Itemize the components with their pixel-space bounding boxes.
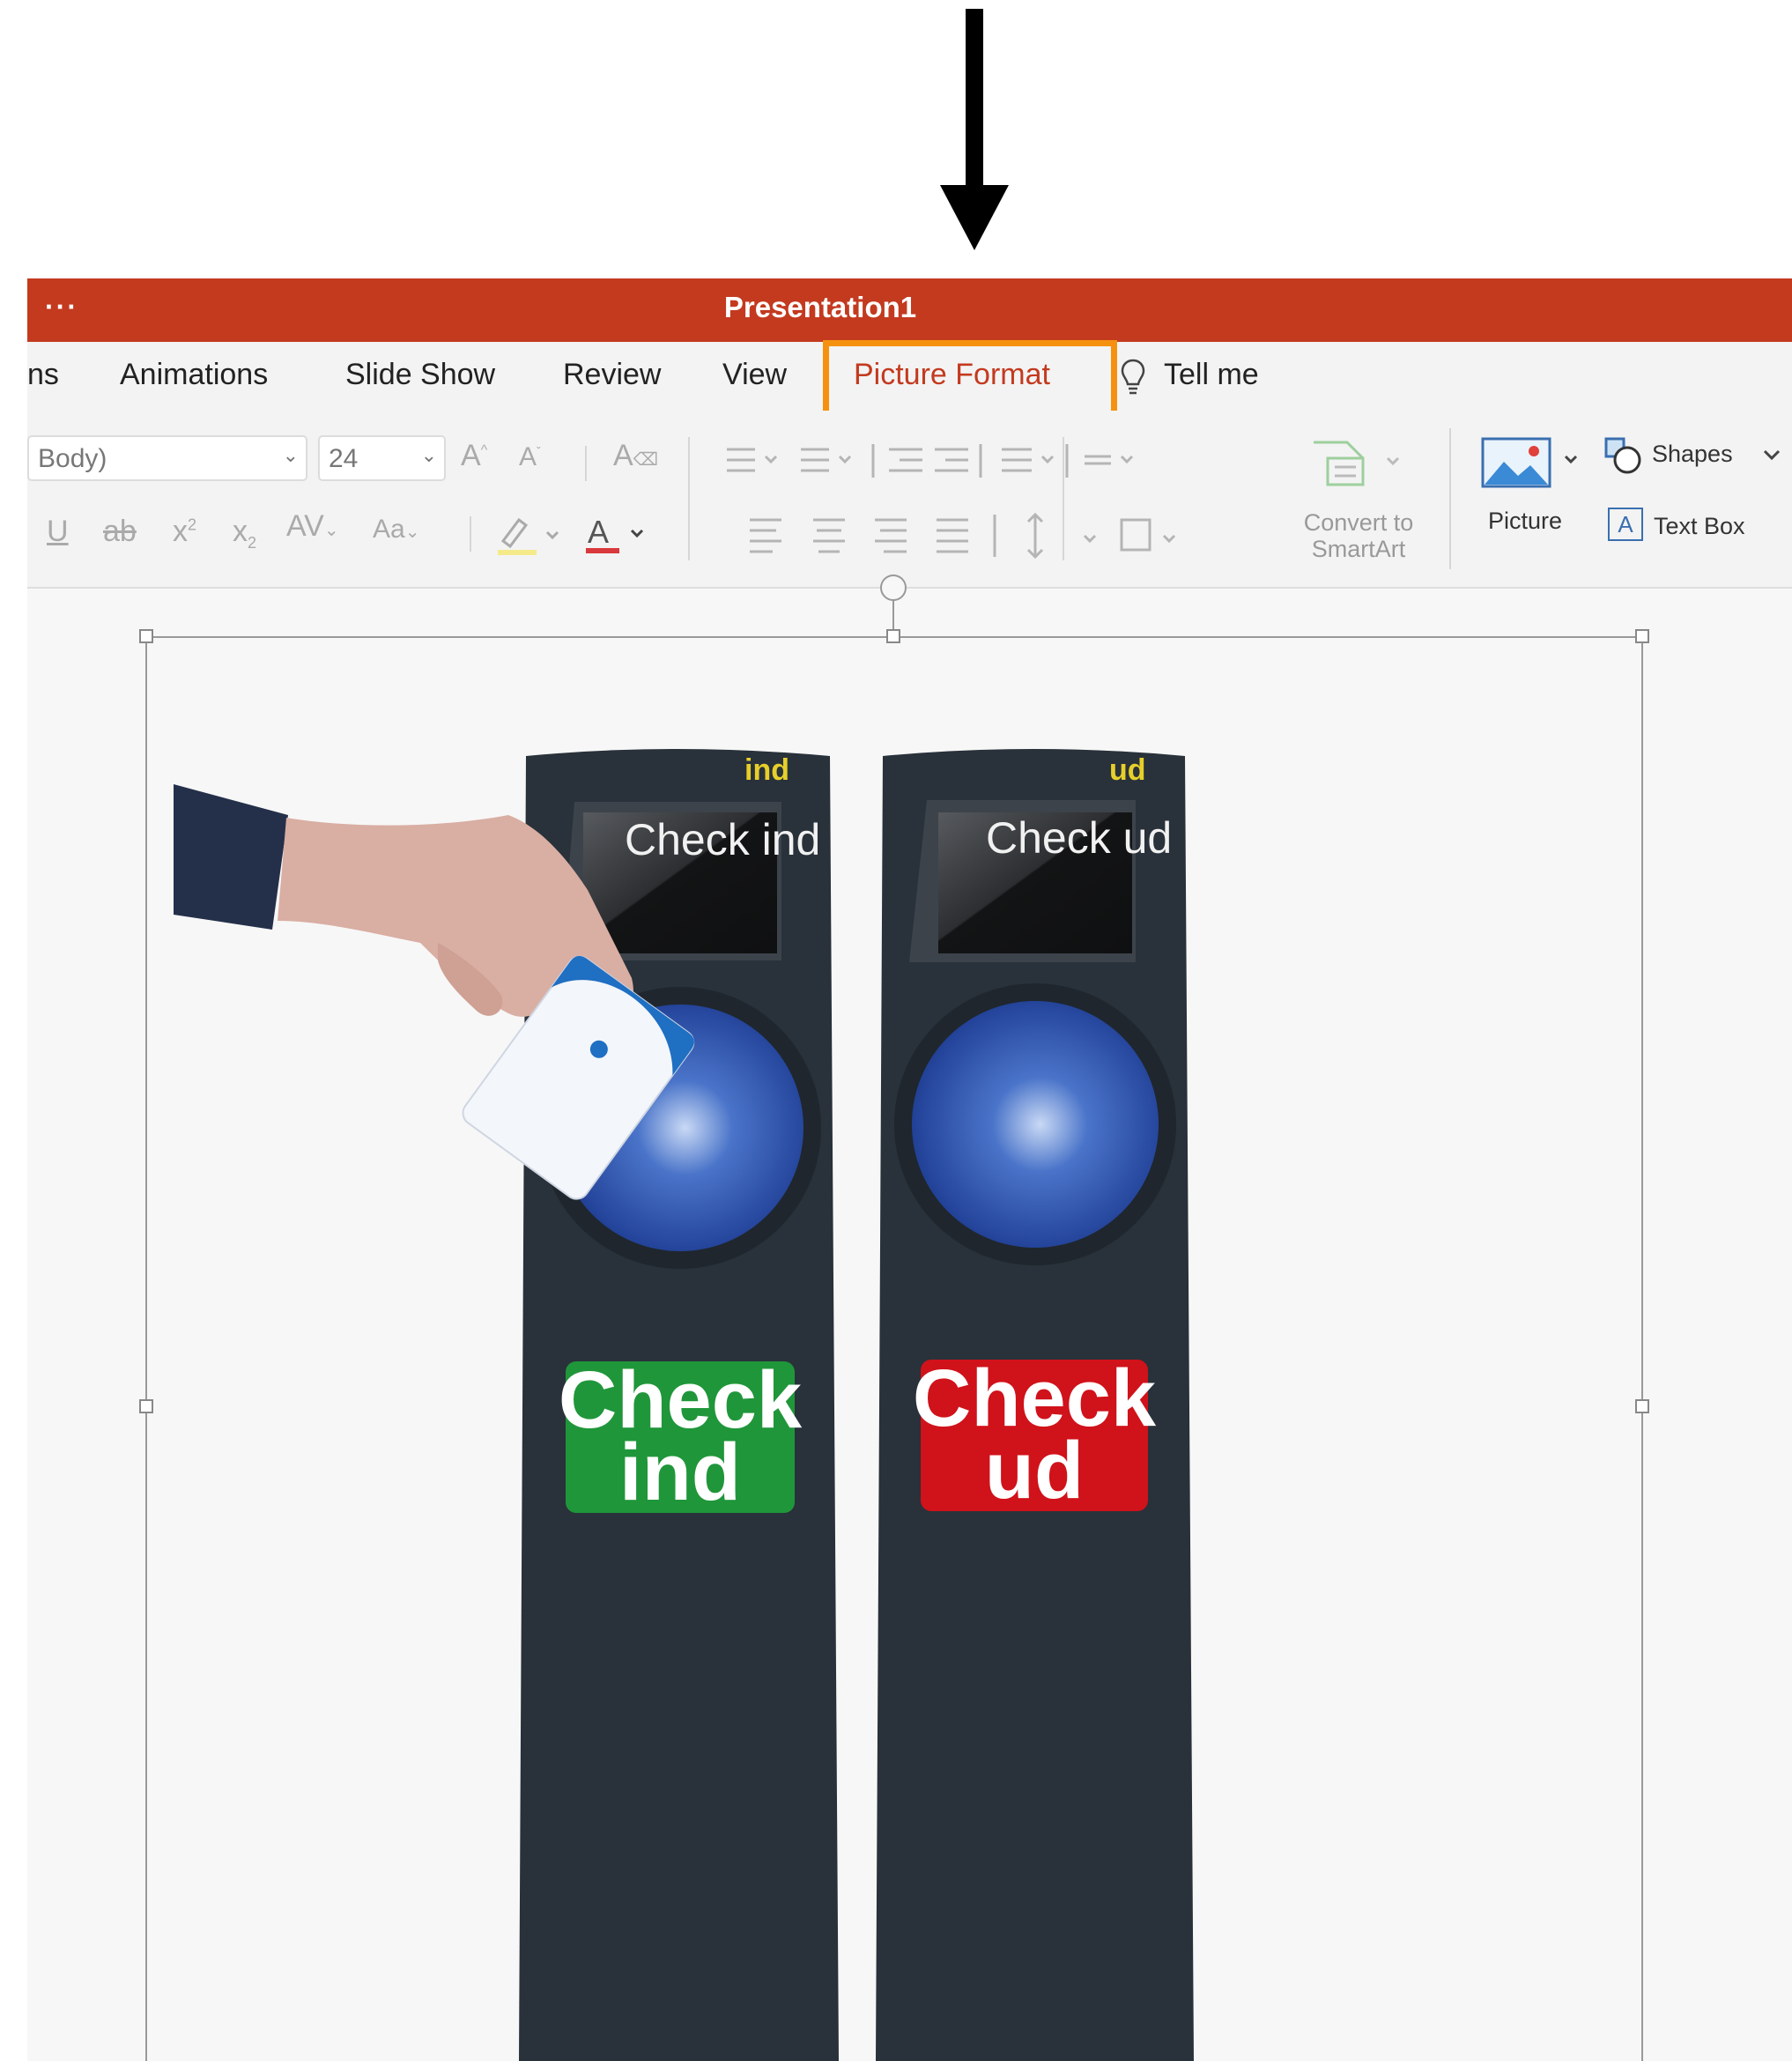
ribbon-separator [585, 446, 587, 481]
shapes-icon[interactable] [1603, 435, 1645, 476]
left-screen-text: Check ind [625, 815, 820, 864]
svg-text:A: A [588, 514, 609, 550]
font-size-value: 24 [329, 444, 359, 473]
ribbon-home: Body) ⌄ 24 ⌄ A^ Aˇ A⌫ U ab x2 x2 AV⌄ Aa⌄… [27, 411, 1792, 589]
ribbon-separator [1063, 437, 1064, 560]
font-name-value: Body) [38, 444, 107, 473]
tab-animations[interactable]: Animations [120, 358, 268, 392]
right-device-top-label: ud [1109, 753, 1146, 787]
character-spacing-icon[interactable]: AV⌄ [286, 509, 339, 544]
tab-review[interactable]: Review [563, 358, 661, 392]
text-box-icon[interactable]: A [1608, 508, 1643, 541]
chevron-down-icon: ⌄ [420, 444, 437, 466]
ribbon-group-separator [1449, 428, 1451, 569]
convert-line1: Convert to [1303, 509, 1414, 536]
tab-slide-show[interactable]: Slide Show [345, 358, 495, 392]
font-color-icon[interactable]: A [582, 509, 653, 557]
ribbon-separator [470, 516, 471, 552]
strikethrough-icon[interactable]: ab [103, 515, 137, 549]
selection-frame-right [1641, 636, 1643, 2061]
ribbon-group-separator [688, 437, 690, 560]
resize-handle-top[interactable] [886, 629, 900, 643]
selection-frame-left [145, 636, 147, 2061]
chevron-down-icon: ⌄ [282, 444, 299, 466]
resize-handle-right[interactable] [1635, 1399, 1649, 1413]
superscript-icon[interactable]: x2 [173, 515, 196, 549]
check-in-out-illustration[interactable]: ind Check ind Check ind ud Check ud Chec… [174, 731, 1530, 2061]
right-button-line2: ud [985, 1426, 1084, 1516]
left-device-top-label: ind [744, 753, 789, 787]
subscript-icon[interactable]: x2 [233, 515, 256, 552]
left-button-line2: ind [619, 1427, 741, 1517]
smartart-icon[interactable] [1312, 437, 1426, 490]
convert-line2: SmartArt [1311, 536, 1406, 562]
rotate-handle[interactable] [880, 575, 907, 601]
text-box-label[interactable]: Text Box [1654, 513, 1745, 540]
title-bar: ··· Presentation1 [27, 278, 1792, 342]
resize-handle-top-left[interactable] [139, 629, 153, 643]
right-screen-text: Check ud [986, 813, 1172, 863]
window-title: Presentation1 [723, 291, 917, 323]
annotation-arrow-head [940, 185, 1009, 250]
underline-icon[interactable]: U [47, 515, 69, 549]
change-case-icon[interactable]: Aa⌄ [373, 515, 419, 545]
tab-transitions[interactable]: ns [27, 358, 59, 392]
tab-view[interactable]: View [722, 358, 787, 392]
lightbulb-icon [1121, 359, 1145, 395]
picture-icon[interactable] [1481, 435, 1587, 490]
clear-formatting-icon[interactable]: A⌫ [613, 439, 658, 473]
annotation-arrow-shaft [966, 9, 983, 189]
chevron-down-icon[interactable] [1761, 446, 1784, 463]
font-name-field[interactable]: Body) ⌄ [27, 435, 307, 481]
font-size-field[interactable]: 24 ⌄ [318, 435, 446, 481]
resize-handle-top-right[interactable] [1635, 629, 1649, 643]
shapes-label[interactable]: Shapes [1652, 441, 1733, 468]
tell-me-search[interactable]: Tell me [1164, 358, 1259, 392]
decrease-font-size-icon[interactable]: Aˇ [519, 442, 541, 472]
picture-label[interactable]: Picture [1488, 508, 1562, 535]
resize-handle-left[interactable] [139, 1399, 153, 1413]
highlight-color-icon[interactable] [494, 511, 565, 557]
paragraph-group [727, 444, 1176, 560]
convert-to-smartart-label[interactable]: Convert to SmartArt [1292, 509, 1425, 562]
increase-font-size-icon[interactable]: A^ [461, 439, 487, 473]
